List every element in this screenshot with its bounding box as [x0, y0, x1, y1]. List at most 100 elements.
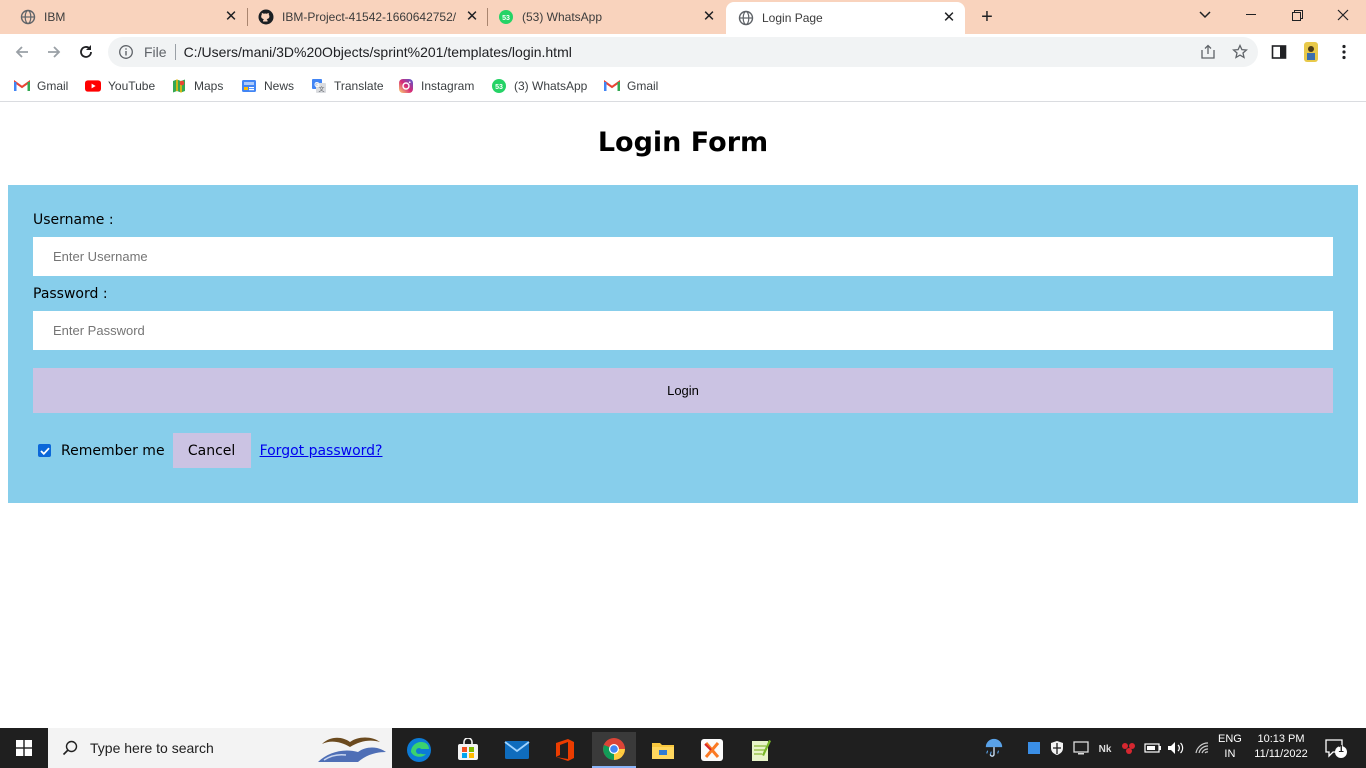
- close-icon[interactable]: ✕: [941, 10, 957, 26]
- profile-avatar[interactable]: [1300, 41, 1322, 63]
- restore-icon: [1291, 9, 1303, 21]
- taskbar-xampp[interactable]: [690, 732, 734, 768]
- login-button[interactable]: Login: [33, 368, 1333, 413]
- restore-button[interactable]: [1274, 0, 1320, 30]
- remember-checkbox[interactable]: [38, 444, 51, 457]
- volume-icon[interactable]: [1166, 738, 1186, 758]
- language-code: ENG: [1218, 733, 1242, 745]
- instagram-icon: [398, 78, 414, 94]
- password-label: Password :: [33, 286, 108, 302]
- taskbar-mail[interactable]: [495, 732, 539, 768]
- bookmark-gmail-2[interactable]: Gmail: [604, 76, 658, 96]
- close-icon[interactable]: ✕: [701, 9, 717, 25]
- password-input[interactable]: [33, 311, 1333, 350]
- login-form: Username : Password : Login Remember me …: [8, 185, 1358, 503]
- url-scheme: File: [144, 44, 167, 60]
- app-tray-icon[interactable]: [1024, 738, 1044, 758]
- display-icon[interactable]: [1071, 738, 1091, 758]
- whatsapp-icon: 53: [491, 78, 507, 94]
- taskbar-edge[interactable]: [397, 732, 441, 768]
- side-panel-button[interactable]: [1268, 41, 1290, 63]
- avatar-icon: [1304, 42, 1318, 62]
- info-icon[interactable]: [118, 44, 134, 60]
- tab-search-button[interactable]: [1182, 0, 1228, 30]
- bookmark-gmail[interactable]: Gmail: [14, 76, 68, 96]
- taskbar-office[interactable]: [543, 732, 587, 768]
- taskbar-chrome[interactable]: [592, 732, 636, 768]
- globe-icon: [20, 9, 36, 25]
- menu-button[interactable]: [1333, 41, 1355, 63]
- bookmark-label: Translate: [334, 79, 384, 93]
- svg-text:53: 53: [502, 15, 510, 22]
- bookmark-instagram[interactable]: Instagram: [398, 76, 474, 96]
- arrow-left-icon: [15, 46, 28, 58]
- username-label: Username :: [33, 212, 114, 228]
- tab-github[interactable]: IBM-Project-41542-1660642752/ ✕: [238, 0, 488, 34]
- wifi-icon[interactable]: [1192, 738, 1212, 758]
- whatsapp-icon: 53: [498, 9, 514, 25]
- page-title: Login Form: [597, 127, 769, 158]
- bluetooth-tray-icon[interactable]: [1119, 738, 1139, 758]
- edge-icon: [407, 738, 431, 762]
- taskbar-notepad-plus[interactable]: [739, 732, 783, 768]
- weather-icon[interactable]: [984, 738, 1004, 758]
- taskbar-file-explorer[interactable]: [641, 732, 685, 768]
- bookmark-label: News: [264, 79, 295, 93]
- reload-button[interactable]: [74, 40, 98, 64]
- taskbar: Type here to search Nk ENG IN 10:13 PM 1…: [0, 728, 1366, 768]
- browser-toolbar: File C:/Users/mani/3D%20Objects/sprint%2…: [0, 34, 1366, 70]
- bookmark-label: Maps: [194, 79, 224, 93]
- gmail-icon: [604, 78, 620, 94]
- notepad-plus-icon: [752, 740, 771, 761]
- bookmark-label: Gmail: [627, 79, 659, 93]
- notification-center-button[interactable]: 1: [1324, 738, 1348, 760]
- bookmark-maps[interactable]: Maps: [171, 76, 223, 96]
- taskbar-store[interactable]: [446, 732, 490, 768]
- store-icon: [458, 738, 478, 760]
- translate-icon: G文: [311, 78, 327, 94]
- taskbar-search[interactable]: Type here to search: [48, 728, 392, 768]
- tab-whatsapp[interactable]: 53 (53) WhatsApp ✕: [478, 0, 725, 34]
- forgot-password-link[interactable]: Forgot password?: [260, 443, 383, 459]
- bookmark-label: Instagram: [421, 79, 475, 93]
- svg-text:53: 53: [495, 84, 503, 91]
- url-text[interactable]: C:/Users/mani/3D%20Objects/sprint%201/te…: [184, 44, 572, 60]
- tab-strip: IBM ✕ IBM-Project-41542-1660642752/ ✕ 53…: [0, 0, 1366, 34]
- close-icon: [1337, 9, 1349, 21]
- close-window-button[interactable]: [1320, 0, 1366, 30]
- battery-icon[interactable]: [1143, 738, 1163, 758]
- nvidia-icon[interactable]: Nk: [1095, 738, 1115, 758]
- mail-icon: [504, 741, 530, 759]
- tab-title: (53) WhatsApp: [522, 10, 603, 24]
- minimize-button[interactable]: [1228, 0, 1274, 30]
- start-button[interactable]: [0, 728, 48, 768]
- close-icon[interactable]: ✕: [223, 9, 239, 25]
- new-tab-button[interactable]: +: [976, 6, 998, 28]
- cancel-button[interactable]: Cancel: [172, 433, 251, 468]
- bookmark-translate[interactable]: G文 Translate: [311, 76, 384, 96]
- bookmark-whatsapp[interactable]: 53 (3) WhatsApp: [491, 76, 587, 96]
- input-language[interactable]: ENG IN: [1218, 732, 1242, 762]
- reload-icon: [80, 45, 92, 58]
- side-panel-icon: [1271, 45, 1287, 59]
- address-bar[interactable]: File C:/Users/mani/3D%20Objects/sprint%2…: [108, 37, 1258, 67]
- forward-button[interactable]: [42, 40, 66, 64]
- clock-time: 10:13 PM: [1257, 733, 1305, 745]
- defender-icon[interactable]: [1047, 738, 1067, 758]
- bookmark-label: Gmail: [37, 79, 69, 93]
- remember-row: Remember me Cancel Forgot password?: [33, 433, 382, 468]
- back-button[interactable]: [10, 40, 34, 64]
- search-icon: [62, 740, 78, 756]
- remember-label[interactable]: Remember me: [61, 443, 165, 459]
- bookmark-youtube[interactable]: YouTube: [85, 76, 155, 96]
- share-icon[interactable]: [1199, 43, 1217, 61]
- bookmark-star-icon[interactable]: [1231, 43, 1249, 61]
- username-input[interactable]: [33, 237, 1333, 276]
- bookmarks-bar: Gmail YouTube Maps News G文 Translate Ins…: [0, 70, 1366, 102]
- tab-login-page[interactable]: Login Page ✕: [726, 2, 965, 34]
- bookmark-news[interactable]: News: [241, 76, 294, 96]
- language-region: IN: [1224, 748, 1236, 760]
- tab-ibm[interactable]: IBM ✕: [0, 0, 247, 34]
- system-clock[interactable]: 10:13 PM 11/11/2022: [1248, 732, 1314, 762]
- page-content: Login Form Username : Password : Login R…: [0, 103, 1366, 728]
